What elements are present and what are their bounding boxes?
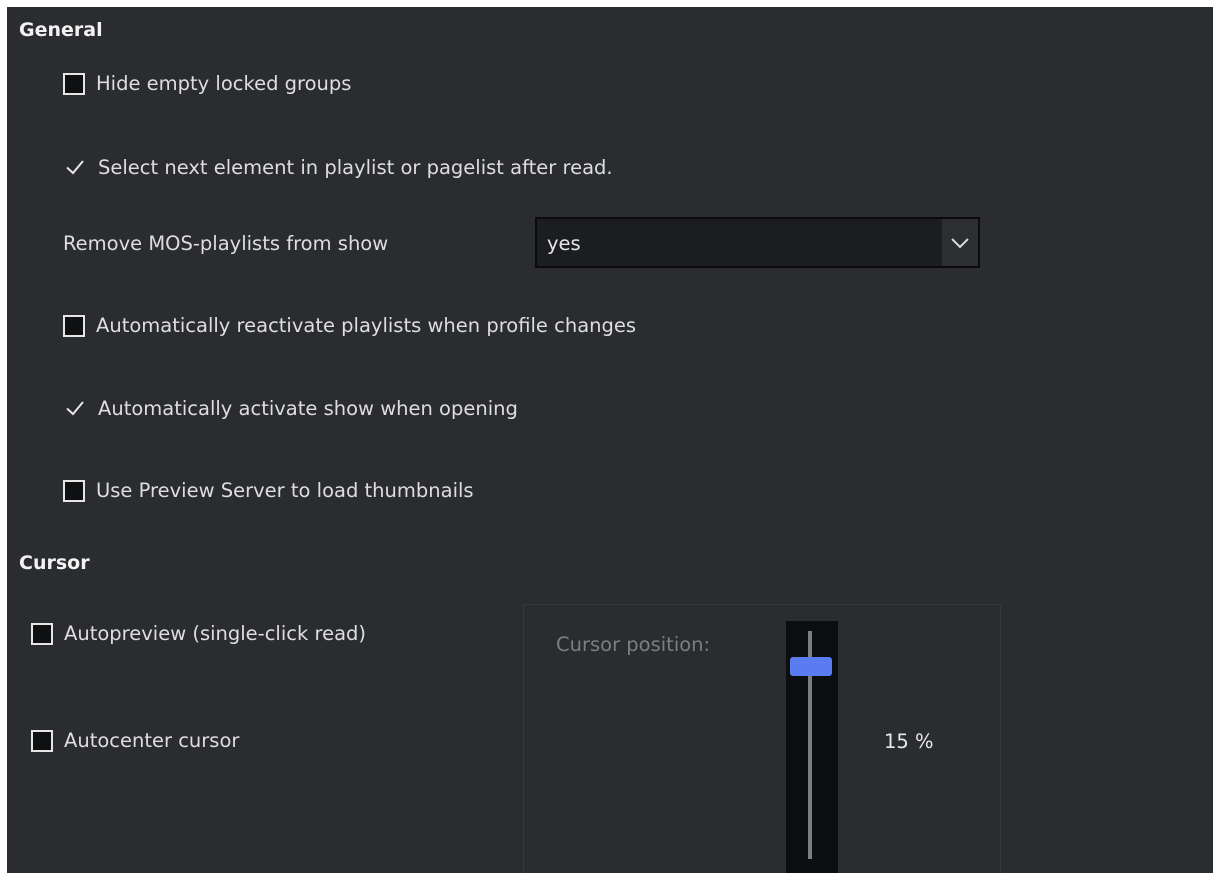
checkbox-unchecked-icon[interactable] bbox=[31, 622, 53, 645]
option-autopreview[interactable]: Autopreview (single-click read) bbox=[31, 622, 366, 645]
checkbox-unchecked-icon[interactable] bbox=[63, 72, 85, 95]
option-label: Hide empty locked groups bbox=[96, 72, 352, 95]
option-autocenter-cursor[interactable]: Autocenter cursor bbox=[31, 729, 239, 752]
option-label: Automatically activate show when opening bbox=[98, 396, 518, 420]
option-label: Use Preview Server to load thumbnails bbox=[96, 479, 474, 502]
slider-handle[interactable] bbox=[790, 657, 832, 676]
checkmark-icon[interactable] bbox=[63, 396, 87, 420]
checkbox-unchecked-icon[interactable] bbox=[63, 479, 85, 502]
checkmark-icon[interactable] bbox=[63, 155, 87, 179]
checkbox-unchecked-icon[interactable] bbox=[31, 729, 53, 752]
option-auto-activate-show[interactable]: Automatically activate show when opening bbox=[63, 396, 518, 420]
cursor-position-value: 15 % bbox=[884, 730, 934, 753]
option-select-next-element[interactable]: Select next element in playlist or pagel… bbox=[63, 155, 613, 179]
option-hide-empty-locked-groups[interactable]: Hide empty locked groups bbox=[63, 72, 351, 95]
option-use-preview-server[interactable]: Use Preview Server to load thumbnails bbox=[63, 479, 474, 502]
cursor-position-slider[interactable] bbox=[786, 621, 838, 873]
select-value: yes bbox=[547, 232, 581, 255]
checkbox-unchecked-icon[interactable] bbox=[63, 314, 85, 337]
remove-mos-select[interactable]: yes bbox=[535, 217, 980, 268]
cursor-position-label: Cursor position: bbox=[556, 633, 711, 656]
section-title-general: General bbox=[19, 19, 103, 41]
remove-mos-label: Remove MOS-playlists from show bbox=[63, 232, 389, 255]
option-label: Autocenter cursor bbox=[64, 729, 240, 752]
option-label: Select next element in playlist or pagel… bbox=[98, 155, 613, 179]
section-title-cursor: Cursor bbox=[19, 552, 90, 574]
chevron-down-icon[interactable] bbox=[942, 219, 978, 266]
option-auto-reactivate-playlists[interactable]: Automatically reactivate playlists when … bbox=[63, 314, 636, 337]
option-label: Automatically reactivate playlists when … bbox=[96, 314, 637, 337]
option-label: Autopreview (single-click read) bbox=[64, 622, 367, 645]
